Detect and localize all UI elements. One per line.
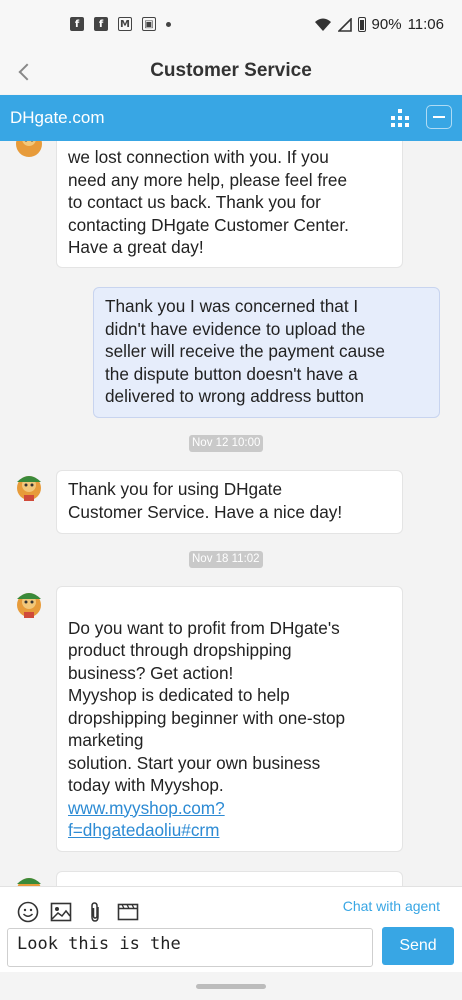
attachment-icon[interactable] — [84, 901, 106, 923]
facebook-icon: f — [94, 17, 108, 31]
photo-icon: ▣ — [142, 17, 156, 31]
battery-level: 90% — [371, 16, 402, 33]
dot-icon — [166, 21, 171, 27]
hierarchy-icon[interactable] — [390, 109, 410, 127]
signal-icon — [337, 17, 352, 32]
facebook-icon: f — [70, 17, 84, 31]
send-button[interactable]: Send — [382, 927, 454, 965]
system-nav-bar — [0, 972, 462, 1000]
clock: 11:06 — [407, 16, 444, 33]
home-gesture-pill[interactable] — [196, 984, 266, 989]
chat-area[interactable]: we lost connection with you. If you need… — [0, 141, 462, 886]
agent-message: Do you want to profit from DHgate's prod… — [56, 586, 403, 852]
video-icon[interactable] — [117, 901, 139, 923]
brand-name: DHgate.com — [10, 108, 105, 127]
agent-message: we lost connection with you. If you need… — [56, 141, 403, 268]
timestamp-badge: Nov 12 10:00 — [189, 435, 264, 452]
gmail-icon: M — [118, 17, 132, 31]
agent-avatar — [17, 593, 41, 618]
app-header: Customer Service — [0, 50, 462, 94]
agent-message — [56, 871, 403, 886]
chat-with-agent-link[interactable]: Chat with agent — [343, 898, 440, 914]
brand-bar: DHgate.com — [0, 95, 462, 141]
page-title: Customer Service — [150, 60, 312, 81]
message-text: Do you want to profit from DHgate's prod… — [68, 617, 346, 796]
timestamp-badge: Nov 18 11:02 — [189, 551, 263, 568]
agent-message: Thank you for using DHgate Customer Serv… — [56, 470, 403, 534]
notification-icons: f f M ▣ — [70, 17, 171, 31]
user-message: Thank you I was concerned that I didn't … — [93, 287, 440, 418]
image-icon[interactable] — [50, 901, 72, 923]
message-input[interactable]: Look this is the — [7, 928, 373, 967]
agent-avatar — [17, 878, 41, 886]
system-indicators: 90% 11:06 — [314, 16, 444, 33]
agent-avatar — [16, 141, 42, 157]
agent-avatar — [17, 476, 41, 501]
myyshop-link[interactable]: www.myyshop.com? f=dhgatedaoliu#crm — [68, 797, 392, 842]
minimize-button[interactable] — [426, 105, 452, 129]
status-bar: f f M ▣ 90% 11:06 — [0, 0, 462, 50]
battery-icon — [357, 17, 366, 32]
wifi-icon — [314, 18, 331, 31]
emoji-icon[interactable] — [17, 901, 39, 923]
